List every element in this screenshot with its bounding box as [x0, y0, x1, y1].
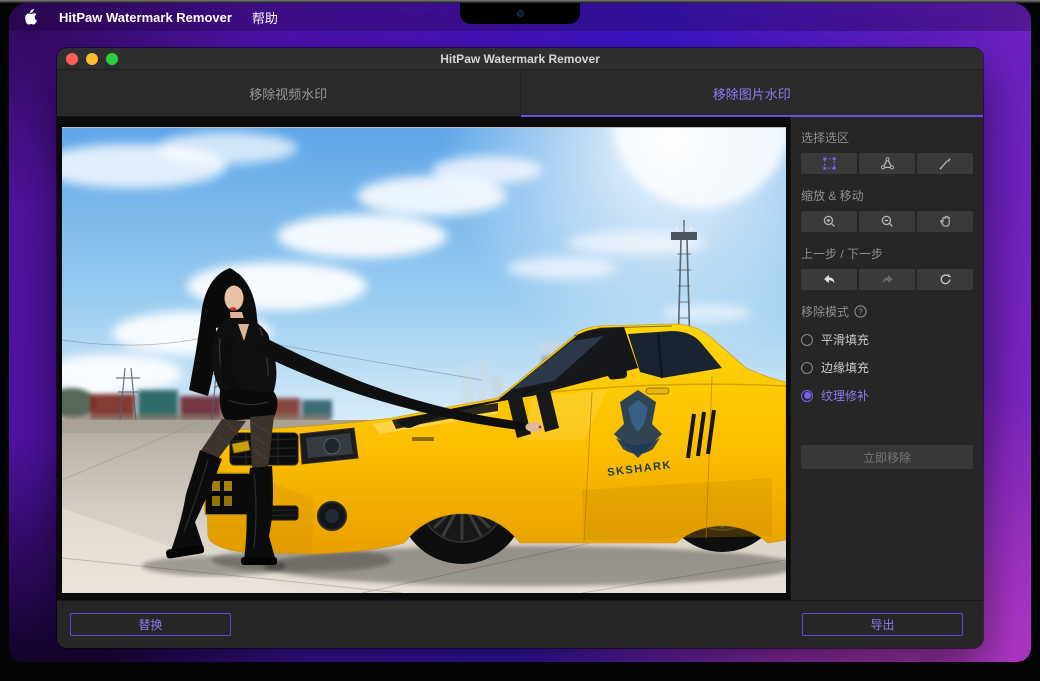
- tools-sidebar: 选择选区: [790, 117, 983, 600]
- history-section-label: 上一步 / 下一步: [801, 245, 973, 262]
- polygon-select-icon: [880, 156, 895, 171]
- zoom-in-button[interactable]: [801, 211, 857, 232]
- redo-icon: [880, 272, 895, 287]
- redo-button[interactable]: [859, 269, 915, 290]
- remove-now-button[interactable]: 立即移除: [801, 445, 973, 469]
- hand-tool-button[interactable]: [917, 211, 973, 232]
- radio-icon: [801, 334, 813, 346]
- radio-selected-icon: [801, 390, 813, 402]
- brush-select-button[interactable]: [917, 153, 973, 174]
- display-notch: [460, 3, 580, 24]
- tab-bar: 移除视频水印 移除图片水印: [57, 70, 983, 117]
- camera-icon: [517, 10, 524, 17]
- tab-remove-video-watermark[interactable]: 移除视频水印: [57, 70, 520, 116]
- reset-button[interactable]: [917, 269, 973, 290]
- desktop: HitPaw Watermark Remover 帮助 HitPaw Water…: [9, 3, 1031, 662]
- minimize-button[interactable]: [86, 53, 98, 65]
- export-button[interactable]: 导出: [802, 613, 963, 636]
- door-handle: [646, 388, 669, 394]
- main-area: SKSHARK: [57, 117, 983, 600]
- radio-icon: [801, 362, 813, 374]
- tab-remove-image-watermark[interactable]: 移除图片水印: [520, 70, 984, 116]
- replace-button[interactable]: 替换: [70, 613, 231, 636]
- hand-icon: [938, 214, 953, 229]
- window-title: HitPaw Watermark Remover: [440, 52, 600, 66]
- zoom-in-icon: [822, 214, 837, 229]
- reset-icon: [938, 272, 953, 287]
- help-icon[interactable]: ?: [854, 305, 867, 318]
- image-canvas: SKSHARK: [57, 117, 790, 600]
- laptop-display: HitPaw Watermark Remover 帮助 HitPaw Water…: [0, 0, 1040, 681]
- close-button[interactable]: [66, 53, 78, 65]
- menubar-item-help[interactable]: 帮助: [252, 8, 278, 27]
- apple-menu-icon[interactable]: [25, 9, 39, 25]
- selection-tool-row: [801, 153, 973, 174]
- fullscreen-button[interactable]: [106, 53, 118, 65]
- history-tool-row: [801, 269, 973, 290]
- svg-text:?: ?: [858, 307, 863, 316]
- mode-option-edge-fill[interactable]: 边缘填充: [801, 359, 973, 376]
- lips: [230, 307, 237, 311]
- bottom-bar: 替换 导出: [57, 600, 983, 648]
- zoom-out-button[interactable]: [859, 211, 915, 232]
- mode-option-texture-repair[interactable]: 纹理修补: [801, 387, 973, 404]
- mode-option-smooth-fill[interactable]: 平滑填充: [801, 331, 973, 348]
- undo-icon: [822, 272, 837, 287]
- zoom-out-icon: [880, 214, 895, 229]
- loaded-photo[interactable]: SKSHARK: [62, 127, 786, 592]
- selection-section-label: 选择选区: [801, 129, 973, 146]
- mode-section-label: 移除模式 ?: [801, 303, 973, 320]
- app-window: HitPaw Watermark Remover 移除视频水印 移除图片水印: [57, 48, 983, 648]
- undo-button[interactable]: [801, 269, 857, 290]
- traffic-lights: [66, 48, 118, 69]
- marquee-select-icon: [822, 156, 837, 171]
- bezel-top-edge: [0, 0, 1040, 3]
- polygon-select-button[interactable]: [859, 153, 915, 174]
- zoom-section-label: 缩放 & 移动: [801, 187, 973, 204]
- menubar-app-name[interactable]: HitPaw Watermark Remover: [59, 10, 232, 25]
- face: [225, 286, 244, 311]
- camaro-badge: [412, 437, 434, 441]
- zoom-tool-row: [801, 211, 973, 232]
- marquee-select-button[interactable]: [801, 153, 857, 174]
- brush-select-icon: [938, 156, 953, 171]
- window-titlebar: HitPaw Watermark Remover: [57, 48, 983, 70]
